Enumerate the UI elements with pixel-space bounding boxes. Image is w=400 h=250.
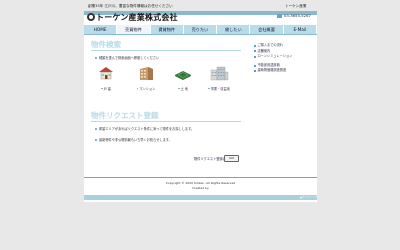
bullet-icon bbox=[95, 138, 97, 141]
sidebar-link-loan-simulation[interactable]: ローンシミュレーション bbox=[254, 54, 292, 60]
bullet-icon bbox=[136, 87, 139, 90]
bullet-icon bbox=[254, 64, 256, 67]
bullet-icon bbox=[101, 87, 103, 90]
search-note: 種類を選んで検索画面へ移動してください bbox=[95, 55, 159, 60]
property-house-label: 戸 建 bbox=[103, 87, 111, 91]
bullet-icon bbox=[254, 44, 256, 47]
property-commercial[interactable]: 事業・収益用 bbox=[207, 65, 231, 91]
nav-sell[interactable]: 売りたい bbox=[183, 25, 218, 34]
nav-rental-properties[interactable]: 賃貸物件 bbox=[150, 25, 184, 34]
footer-copyright: Copyright © 2000 tohken .All Rights Rese… bbox=[165, 181, 236, 185]
search-section-rule bbox=[91, 50, 241, 51]
bullet-icon bbox=[95, 56, 97, 59]
sidebar-links: ご購入までの流れ 店舗案内 ローンシミュレーション 不動産用語辞典 建築物価格調… bbox=[254, 43, 292, 74]
property-apartment-label: マンション bbox=[139, 87, 156, 91]
footer-credit: Created by bbox=[192, 186, 209, 190]
footer-divider bbox=[84, 177, 317, 178]
sidebar-link-label: ローンシミュレーション bbox=[257, 54, 293, 59]
phone-contact: 03-3655-5267 bbox=[277, 13, 311, 18]
request-section-title: 物件リクエスト登録 bbox=[91, 111, 159, 120]
bullet-icon bbox=[178, 87, 180, 90]
apartment-icon bbox=[140, 67, 153, 80]
request-note-1-text: 希望エリアがあればリクエスト条件に添って物件をお探しします。 bbox=[99, 127, 195, 131]
phone-icon bbox=[277, 13, 282, 18]
company-logo-icon bbox=[87, 13, 95, 21]
request-note-1: 希望エリアがあればリクエスト条件に添って物件をお探しします。 bbox=[95, 126, 194, 131]
nav-lease[interactable]: 貸したい bbox=[217, 25, 251, 34]
nav-home[interactable]: HOME bbox=[84, 25, 118, 34]
property-land[interactable]: 土 地 bbox=[171, 65, 195, 91]
phone-number: 03-3655-5267 bbox=[284, 13, 311, 18]
nav-company[interactable]: 会社概要 bbox=[250, 25, 284, 34]
request-section-rule bbox=[91, 121, 241, 122]
sidebar-link-label: 建築物価格調査関連 bbox=[257, 68, 287, 73]
bullet-icon bbox=[95, 127, 97, 130]
nav-sale-properties[interactable]: 売買物件 bbox=[117, 25, 151, 34]
property-apartment[interactable]: マンション bbox=[134, 65, 158, 91]
bullet-icon bbox=[254, 50, 256, 53]
header-tagline: 創業35年 江戸川。豊富な物件情報はお任せください bbox=[88, 4, 173, 8]
request-note-2-text: 最新物件や非公開情報もいち早くお知らせします。 bbox=[99, 138, 172, 142]
nav-underline bbox=[84, 34, 317, 35]
office-building-icon bbox=[210, 66, 229, 81]
property-land-label: 土 地 bbox=[180, 87, 188, 91]
property-commercial-label: 事業・収益用 bbox=[210, 87, 230, 91]
header-tagline-right: トーケン産業 bbox=[285, 4, 307, 8]
bottom-bar bbox=[84, 195, 317, 200]
search-section-title: 物件検索 bbox=[91, 40, 121, 49]
bullet-icon bbox=[254, 55, 256, 58]
sidebar-link-price-survey[interactable]: 建築物価格調査関連 bbox=[254, 68, 292, 74]
search-note-text: 種類を選んで検索画面へ移動してください bbox=[99, 56, 160, 60]
request-note-2: 最新物件や非公開情報もいち早くお知らせします。 bbox=[95, 137, 172, 142]
bullet-icon bbox=[254, 70, 256, 73]
main-nav: HOME 売買物件 賃貸物件 売りたい 貸したい 会社概要 E-Mail bbox=[84, 25, 317, 34]
go-button[interactable]: GO bbox=[224, 155, 239, 162]
house-icon bbox=[99, 67, 113, 80]
bullet-icon bbox=[208, 87, 210, 90]
company-name: トーケン産業株式会社 bbox=[96, 13, 178, 22]
land-icon bbox=[175, 71, 191, 80]
nav-email[interactable]: E-Mail bbox=[283, 25, 317, 34]
page-top-link[interactable]: ▲ページトップ bbox=[300, 195, 318, 200]
property-house[interactable]: 戸 建 bbox=[94, 65, 118, 91]
